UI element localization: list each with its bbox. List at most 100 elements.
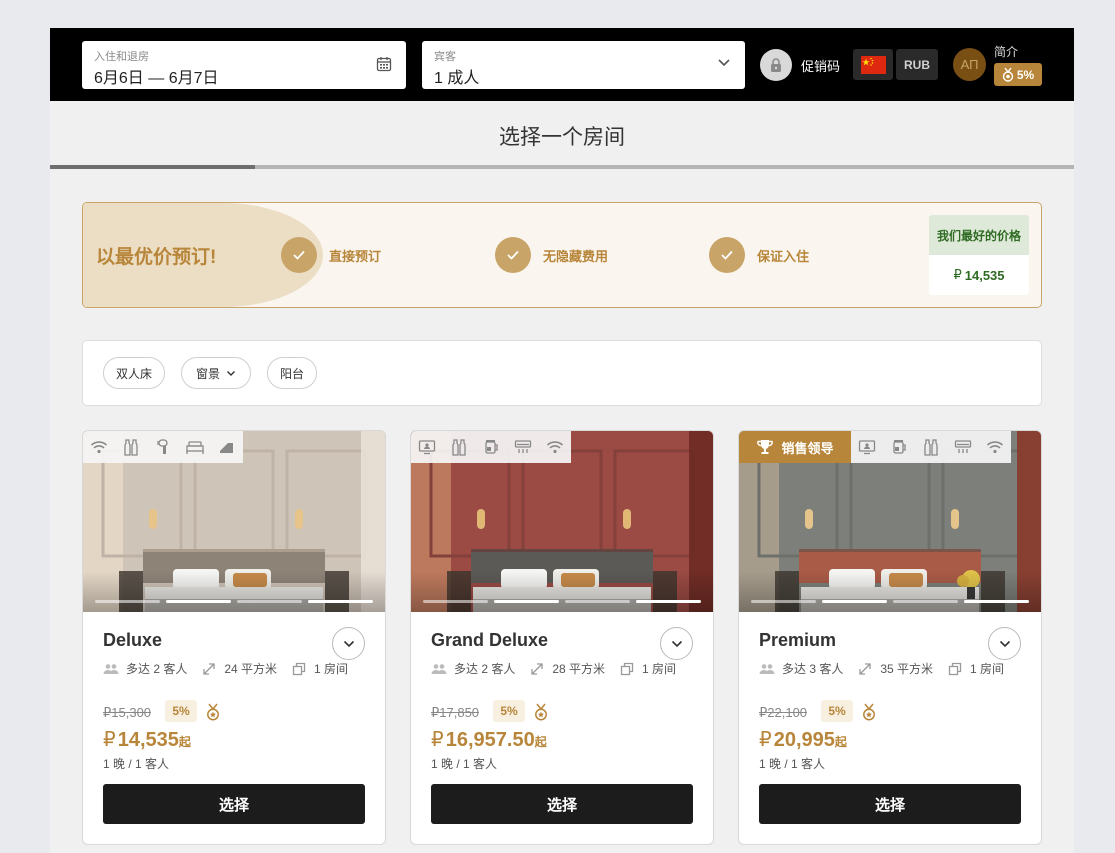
bestseller-label: 销售领导 bbox=[781, 440, 834, 456]
guests-select[interactable]: 宾客 1 成人 bbox=[422, 41, 745, 89]
chevron-down-icon bbox=[671, 640, 683, 648]
photo-carousel-indicators[interactable] bbox=[423, 600, 701, 604]
check-icon bbox=[281, 237, 317, 273]
expand-room-button[interactable] bbox=[660, 627, 693, 660]
select-room-button[interactable]: 选择 bbox=[103, 784, 365, 824]
best-price-value: ₽ 14,535 bbox=[929, 255, 1029, 295]
loyalty-discount-badge[interactable]: 5% bbox=[994, 63, 1042, 86]
bed-icon bbox=[179, 431, 211, 463]
guests-icon bbox=[759, 662, 775, 676]
check-icon bbox=[709, 237, 745, 273]
guests-label: 宾客 bbox=[434, 51, 456, 63]
guests-icon bbox=[103, 662, 119, 676]
select-room-button[interactable]: 选择 bbox=[759, 784, 1021, 824]
check-icon bbox=[495, 237, 531, 273]
price-from: 起 bbox=[834, 735, 847, 749]
step-progress bbox=[50, 165, 1074, 169]
room-area: 24 平方米 bbox=[224, 662, 278, 676]
room-price: ₽20,995起 bbox=[759, 727, 847, 752]
room-specs: 多达 2 客人 28 平方米 1 房间 bbox=[431, 660, 690, 677]
ac-icon bbox=[507, 431, 539, 463]
room-count: 1 房间 bbox=[314, 662, 349, 676]
room-price: ₽16,957.50起 bbox=[431, 727, 547, 752]
filter-window-view[interactable]: 窗景 bbox=[181, 357, 251, 389]
trophy-icon bbox=[757, 440, 774, 454]
kettle-icon bbox=[883, 431, 915, 463]
room-area: 28 平方米 bbox=[552, 662, 606, 676]
perk-direct-booking: 直接预订 bbox=[281, 237, 381, 273]
price-basis: 1 晚 / 1 客人 bbox=[431, 757, 498, 771]
discount-badge: 5% bbox=[493, 700, 525, 722]
room-card: Deluxe 多达 2 客人 24 平方米 1 房间 ₽15,300 5% ₽1… bbox=[82, 430, 386, 845]
photo-carousel-indicators[interactable] bbox=[95, 600, 373, 604]
guests-value: 1 成人 bbox=[434, 70, 480, 87]
price-amount: 14,535 bbox=[117, 729, 179, 751]
calendar-icon bbox=[376, 57, 392, 72]
area-icon bbox=[529, 662, 545, 676]
ac-icon bbox=[947, 431, 979, 463]
rooms-icon bbox=[291, 662, 307, 676]
promo-code-button[interactable]: 促销码 bbox=[760, 48, 840, 82]
perk-label: 无隐藏费用 bbox=[543, 248, 609, 264]
amenity-icons bbox=[851, 431, 1011, 463]
filter-label: 双人床 bbox=[115, 366, 152, 381]
lock-icon bbox=[760, 49, 792, 81]
booking-page: 入住和退房 6月6日 — 6月7日 宾客 1 成人 促销码 RUB АП 简介 … bbox=[50, 28, 1074, 853]
currency-button[interactable]: RUB bbox=[896, 49, 938, 80]
expand-room-button[interactable] bbox=[988, 627, 1021, 660]
language-button[interactable] bbox=[853, 49, 893, 80]
room-card: 销售领导 Premium 多达 3 客人 35 平方米 1 房间 ₽22,100… bbox=[738, 430, 1042, 845]
room-area: 35 平方米 bbox=[880, 662, 934, 676]
medal-icon bbox=[205, 703, 221, 721]
bottles-icon bbox=[915, 431, 947, 463]
price-amount: 16,957.50 bbox=[445, 729, 535, 751]
filter-label: 阳台 bbox=[279, 366, 304, 381]
best-price-amount: 14,535 bbox=[964, 267, 1005, 283]
room-specs: 多达 3 客人 35 平方米 1 房间 bbox=[759, 660, 1018, 677]
room-photo[interactable] bbox=[411, 431, 713, 612]
room-photo[interactable] bbox=[83, 431, 385, 612]
wifi-icon bbox=[83, 431, 115, 463]
date-picker-value: 6月6日 — 6月7日 bbox=[94, 70, 219, 87]
select-room-button[interactable]: 选择 bbox=[431, 784, 693, 824]
discount-badge: 5% bbox=[821, 700, 853, 722]
perk-label: 直接预订 bbox=[329, 248, 382, 264]
price-from: 起 bbox=[178, 735, 191, 749]
avatar[interactable]: АП bbox=[953, 48, 986, 81]
room-card: Grand Deluxe 多达 2 客人 28 平方米 1 房间 ₽17,850… bbox=[410, 430, 714, 845]
room-filters: 双人床 窗景 阳台 bbox=[82, 340, 1042, 406]
room-name: Deluxe bbox=[103, 630, 163, 650]
best-price-currency: ₽ bbox=[953, 267, 962, 282]
price-from: 起 bbox=[534, 735, 547, 749]
perk-label: 保证入住 bbox=[757, 248, 810, 264]
hairdryer-icon bbox=[147, 431, 179, 463]
medal-icon bbox=[1002, 67, 1014, 82]
price-amount: 20,995 bbox=[773, 729, 835, 751]
profile-label[interactable]: 简介 bbox=[994, 43, 1018, 60]
discount-badge: 5% bbox=[165, 700, 197, 722]
filter-balcony[interactable]: 阳台 bbox=[267, 357, 317, 389]
room-count: 1 房间 bbox=[970, 662, 1005, 676]
price-currency: ₽ bbox=[759, 729, 772, 751]
bottles-icon bbox=[443, 431, 475, 463]
room-capacity: 多达 2 客人 bbox=[454, 662, 516, 676]
chevron-down-icon bbox=[343, 640, 355, 648]
photo-carousel-indicators[interactable] bbox=[751, 600, 1029, 604]
top-bar: 入住和退房 6月6日 — 6月7日 宾客 1 成人 促销码 RUB АП 简介 … bbox=[50, 28, 1074, 101]
rooms-icon bbox=[947, 662, 963, 676]
tv-icon bbox=[851, 431, 883, 463]
room-photo[interactable]: 销售领导 bbox=[739, 431, 1041, 612]
wifi-icon bbox=[539, 431, 571, 463]
filter-double-bed[interactable]: 双人床 bbox=[103, 357, 165, 389]
bestseller-badge: 销售领导 bbox=[739, 431, 851, 463]
perk-no-hidden-fees: 无隐藏费用 bbox=[495, 237, 608, 273]
expand-room-button[interactable] bbox=[332, 627, 365, 660]
kettle-icon bbox=[475, 431, 507, 463]
perk-guaranteed-checkin: 保证入住 bbox=[709, 237, 809, 273]
amenity-icons bbox=[411, 431, 571, 463]
chevron-down-icon bbox=[227, 370, 235, 376]
guests-icon bbox=[431, 662, 447, 676]
date-picker[interactable]: 入住和退房 6月6日 — 6月7日 bbox=[82, 41, 406, 89]
room-price: ₽14,535起 bbox=[103, 727, 191, 752]
slippers-icon bbox=[211, 431, 243, 463]
